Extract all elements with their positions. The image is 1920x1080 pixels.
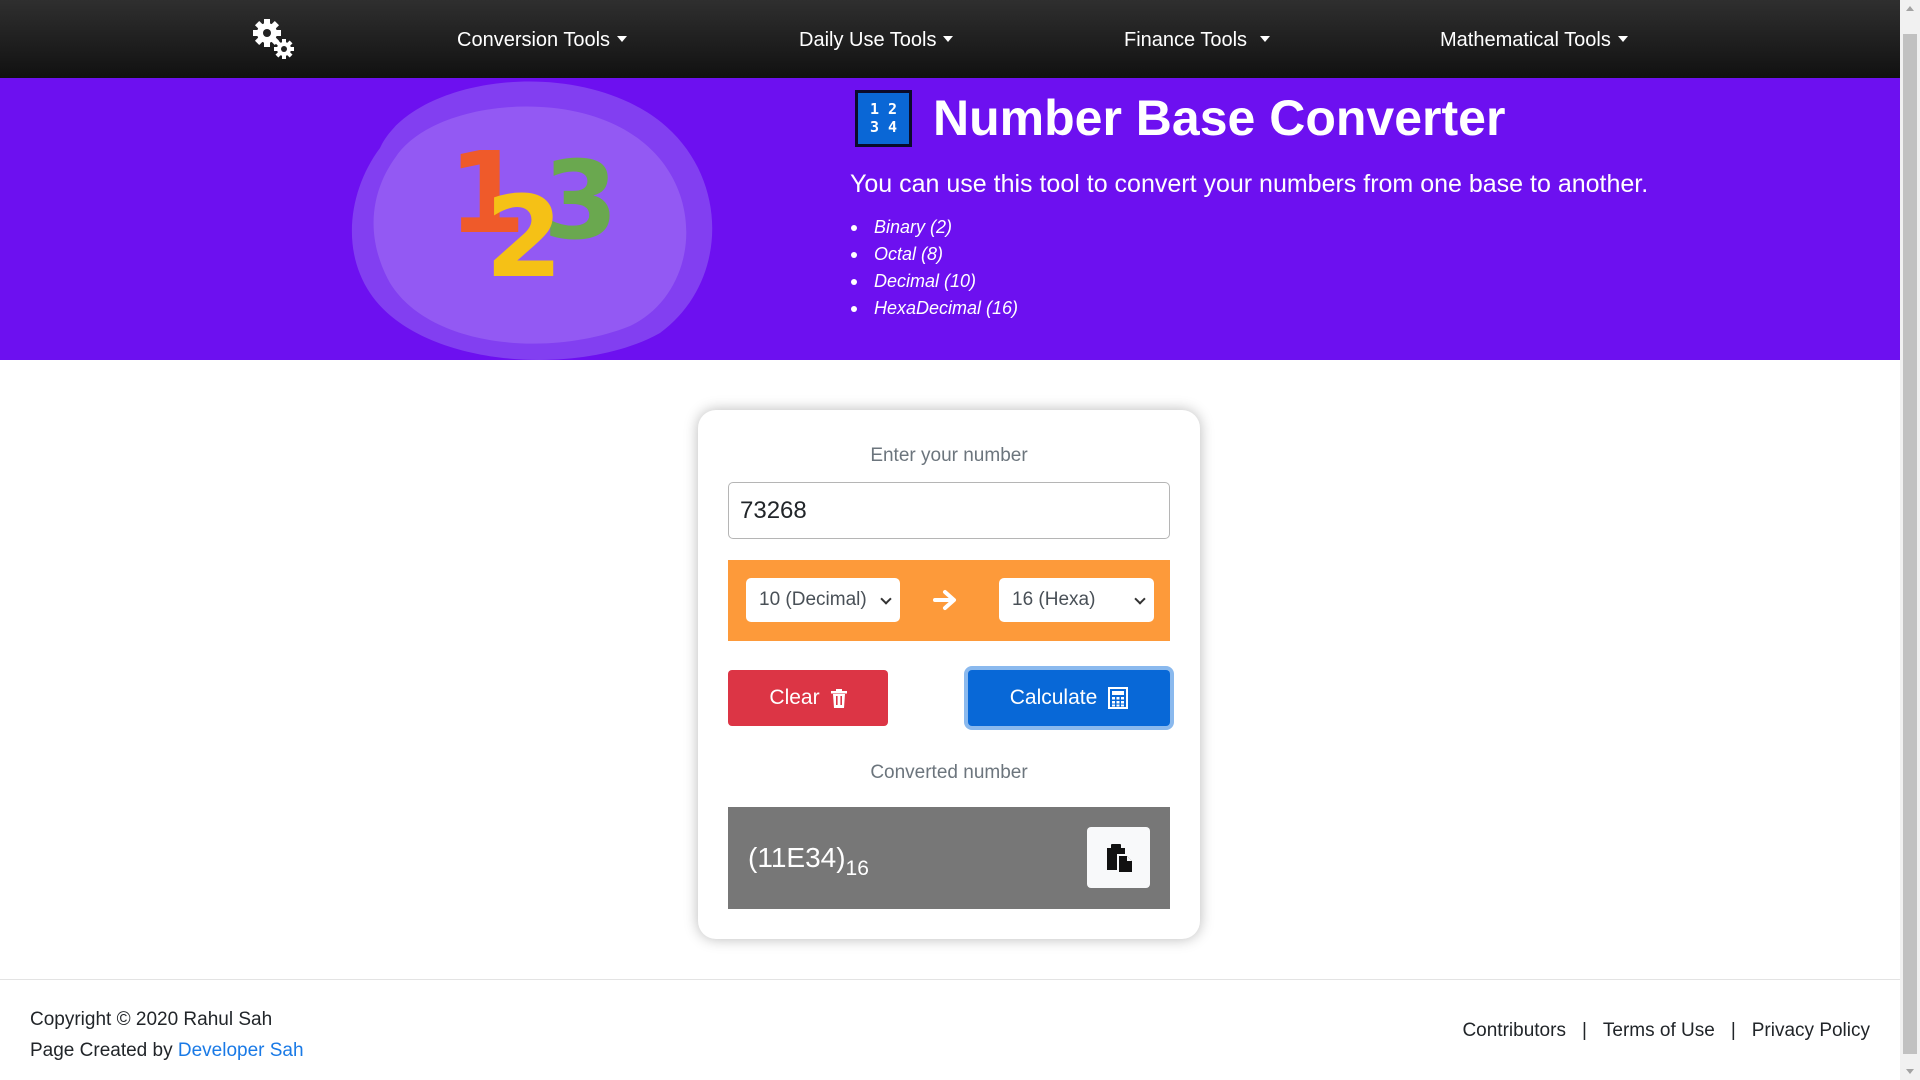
caret-down-icon [1260,36,1271,42]
nav-daily-use-tools[interactable]: Daily Use Tools [799,28,954,52]
to-base-value: 16 (Hexa) [1012,589,1096,610]
trash-icon [830,688,847,708]
hero-banner: 1 3 2 1 2 3 4 Number Base Converter You … [0,78,1900,360]
gears-icon[interactable] [250,15,298,63]
page-description: You can use this tool to convert your nu… [850,170,1649,198]
footer-credits: Copyright © 2020 Rahul Sah Page Created … [30,1004,304,1066]
clear-button[interactable]: Clear [728,670,888,726]
list-item: Binary (2) [850,214,1018,241]
title-row: 1 2 3 4 Number Base Converter [855,88,1505,148]
top-navbar: Conversion Tools Daily Use Tools Finance… [0,0,1900,78]
vertical-scrollbar[interactable] [1900,0,1920,1080]
caret-down-icon [943,36,954,42]
number-input[interactable] [728,482,1170,539]
base-selector-bar: 10 (Decimal) 16 (Hexa) [728,560,1170,641]
converted-number: (11E34)16 [748,842,869,881]
arrow-right-icon [933,590,956,610]
nav-mathematical-tools[interactable]: Mathematical Tools [1440,28,1628,52]
bases-list: Binary (2) Octal (8) Decimal (10) HexaDe… [850,214,1018,322]
copy-button[interactable] [1087,827,1150,888]
digit-two: 2 [485,173,563,303]
list-item: HexaDecimal (16) [850,295,1018,322]
icon-digits-bottom: 3 4 [869,118,898,136]
icon-digits-top: 1 2 [869,100,898,118]
created-by-line: Page Created by Developer Sah [30,1035,304,1066]
footer-links: Contributors | Terms of Use | Privacy Po… [1462,1020,1870,1042]
terms-of-use-link[interactable]: Terms of Use [1603,1020,1715,1042]
separator: | [1581,1020,1587,1041]
contributors-link[interactable]: Contributors [1462,1020,1566,1042]
numbers-illustration: 1 3 2 [351,81,713,360]
scroll-down-arrow-icon[interactable] [1906,1069,1914,1074]
page-title: Number Base Converter [933,90,1506,146]
caret-down-icon [1617,36,1628,42]
from-base-select[interactable]: 10 (Decimal) [746,578,900,622]
separator: | [1730,1020,1736,1041]
calculate-label: Calculate [1009,686,1098,709]
caret-down-icon [617,36,628,42]
nav-label: Finance Tools [1124,29,1248,51]
footer: Copyright © 2020 Rahul Sah Page Created … [0,979,1900,1080]
calculator-icon [1108,687,1129,709]
chevron-down-icon [1134,593,1146,605]
nav-conversion-tools[interactable]: Conversion Tools [457,28,628,52]
converter-card: Enter your number 10 (Decimal) 16 (Hexa)… [698,410,1200,939]
privacy-policy-link[interactable]: Privacy Policy [1752,1020,1870,1042]
nav-finance-tools[interactable]: Finance Tools [1124,28,1271,52]
result-value: (11E34) [748,842,846,873]
input-label: Enter your number [870,445,1028,466]
nav-label: Daily Use Tools [799,29,937,51]
nav-label: Mathematical Tools [1440,29,1611,51]
list-item: Octal (8) [850,241,1018,268]
created-by-prefix: Page Created by [30,1040,173,1061]
copyright-text: Copyright © 2020 Rahul Sah [30,1009,273,1030]
result-box: (11E34)16 [728,807,1170,909]
calculate-button[interactable]: Calculate [968,670,1170,726]
scrollbar-thumb[interactable] [1903,34,1917,1054]
clear-label: Clear [769,686,820,709]
result-base: 16 [845,857,869,880]
chevron-down-icon [880,593,892,605]
to-base-select[interactable]: 16 (Hexa) [999,578,1154,622]
scroll-up-arrow-icon[interactable] [1906,6,1914,11]
list-item: Decimal (10) [850,268,1018,295]
clipboard-icon [1106,843,1132,872]
number-grid-icon: 1 2 3 4 [855,89,912,147]
from-base-value: 10 (Decimal) [759,589,867,610]
developer-link[interactable]: Developer Sah [178,1040,304,1061]
output-label: Converted number [870,762,1028,783]
nav-label: Conversion Tools [457,29,611,51]
